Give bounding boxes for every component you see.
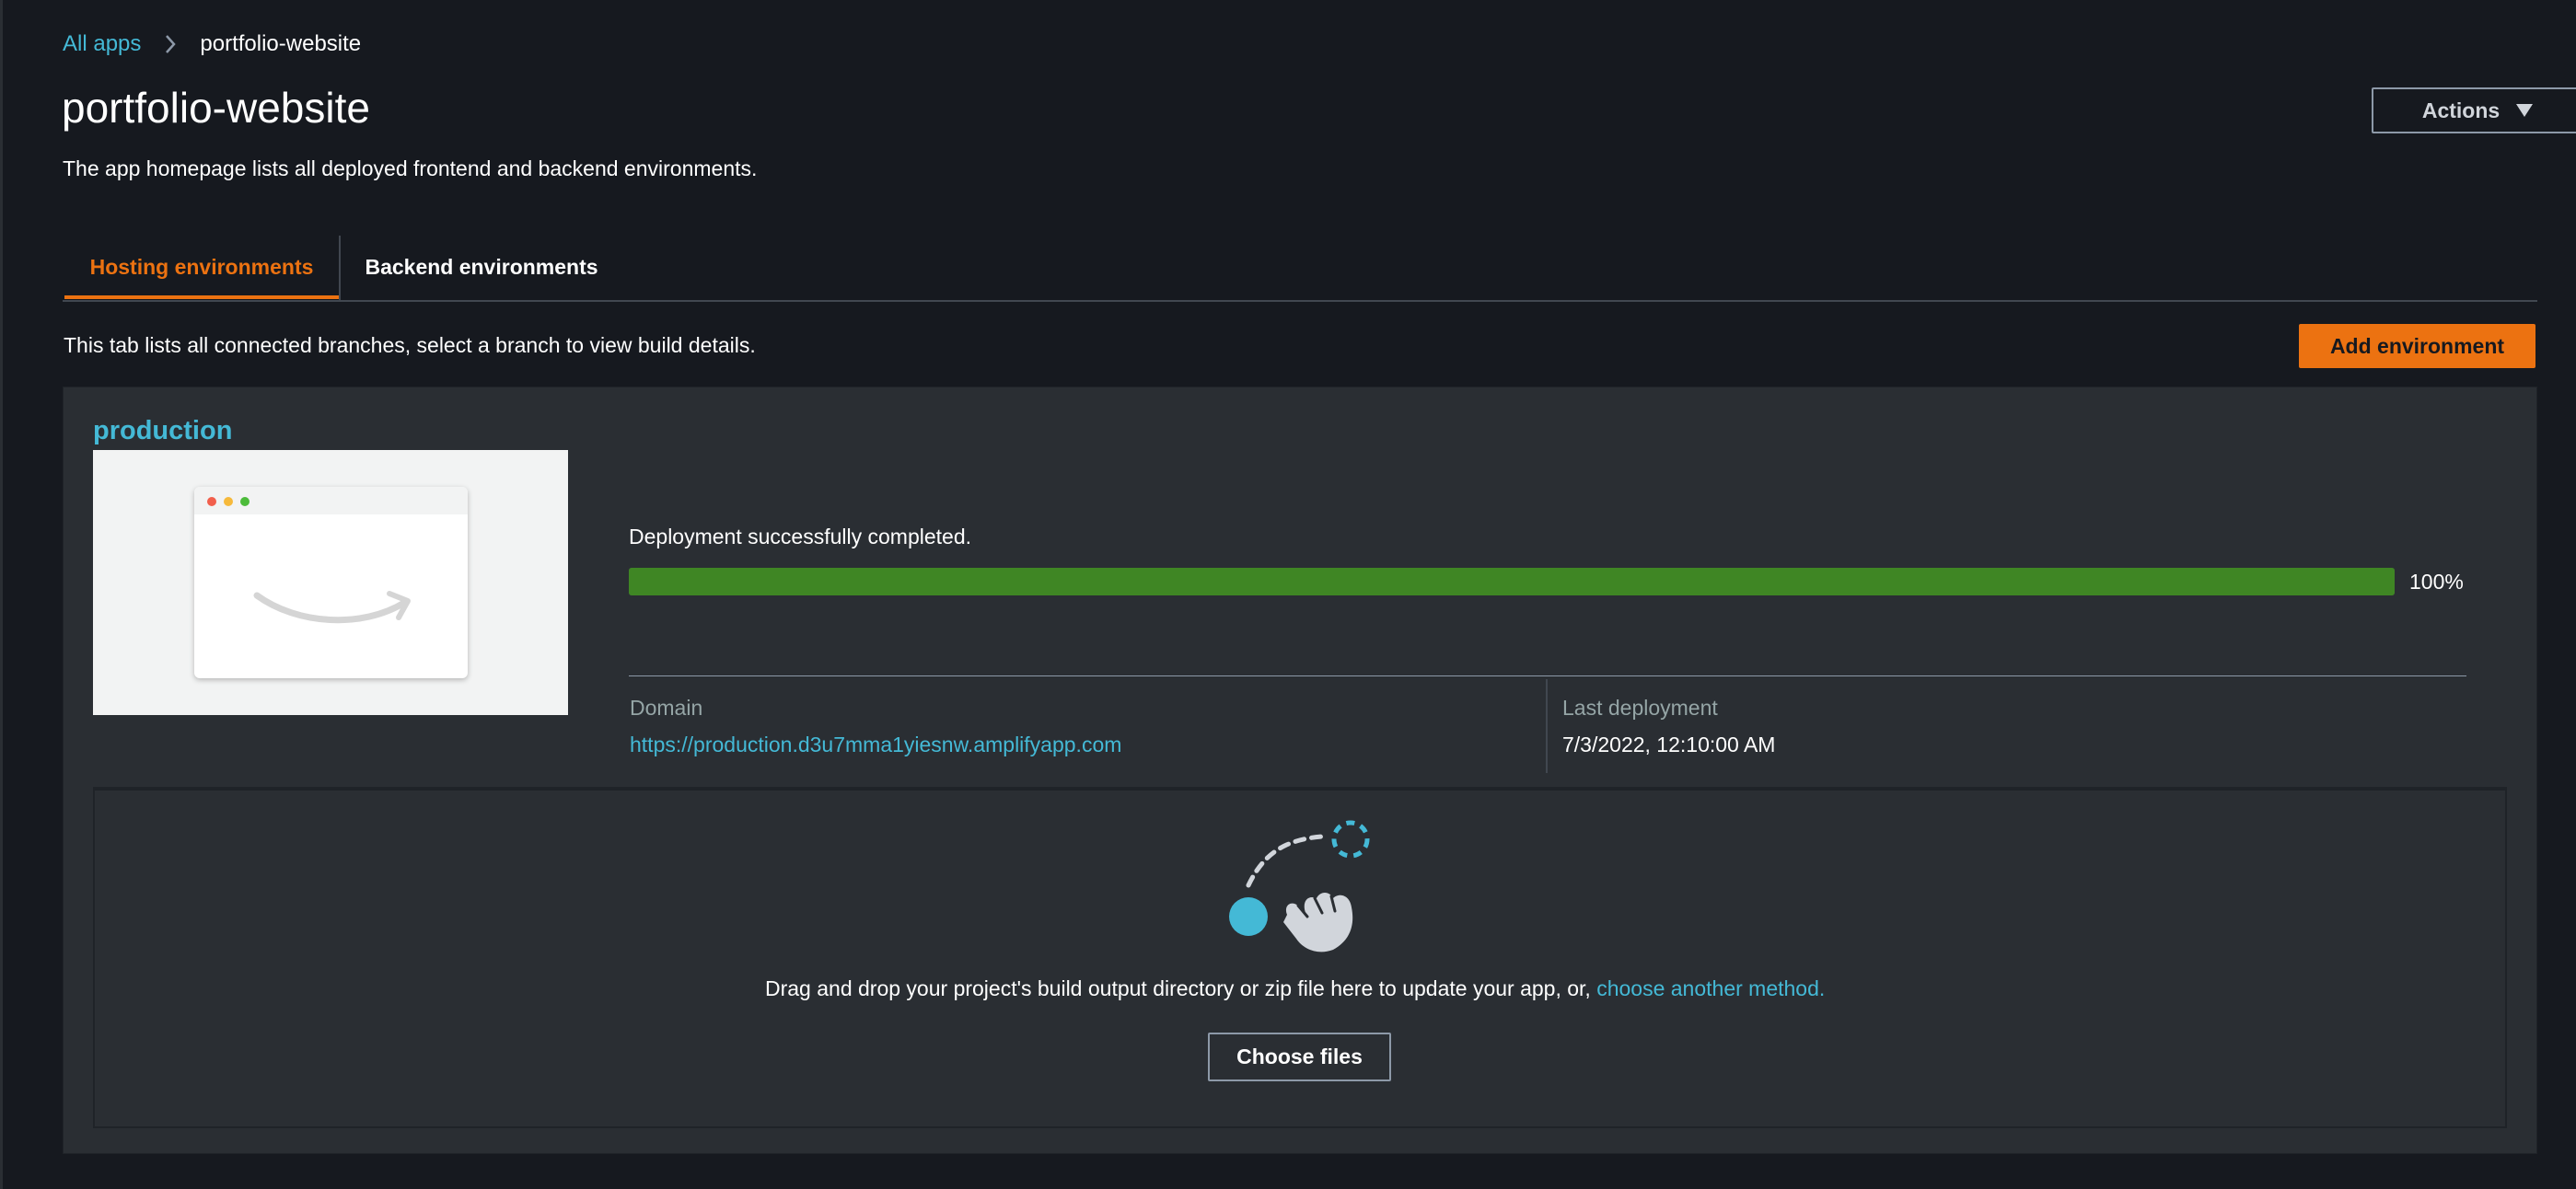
tab-backend-environments[interactable]: Backend environments: [342, 235, 621, 299]
tab-backend-environments-label: Backend environments: [365, 254, 598, 279]
choose-another-method-link[interactable]: choose another method.: [1596, 976, 1825, 1000]
drag-drop-hand-icon: [1229, 820, 1370, 952]
domain-label: Domain: [630, 696, 703, 720]
browser-mockup: [194, 487, 468, 678]
caret-down-icon: [2516, 104, 2534, 117]
breadcrumb-all-apps-link[interactable]: All apps: [63, 31, 141, 57]
tab-divider: [339, 236, 341, 300]
meta-column-divider: [1546, 679, 1548, 773]
actions-button-label: Actions: [2421, 98, 2501, 122]
deployment-status-text: Deployment successfully completed.: [629, 525, 971, 548]
last-deployment-value: 7/3/2022, 12:10:00 AM: [1562, 733, 1776, 756]
page-description: The app homepage lists all deployed fron…: [63, 156, 758, 180]
chevron-right-icon: [166, 35, 177, 53]
minimize-dot-icon: [224, 497, 233, 506]
tab-hosting-environments-label: Hosting environments: [89, 254, 314, 279]
actions-button[interactable]: Actions: [2372, 87, 2576, 133]
left-edge-strip: [0, 0, 3, 1189]
browser-titlebar: [194, 487, 468, 514]
amazon-smile-icon: [253, 591, 411, 624]
deployment-progress-fill: [629, 568, 2395, 595]
last-deployment-label: Last deployment: [1562, 696, 1718, 720]
choose-files-button[interactable]: Choose files: [1208, 1033, 1391, 1081]
close-dot-icon: [207, 497, 216, 506]
deployment-progress-percent: 100%: [2409, 570, 2464, 594]
drag-drop-text: Drag and drop your project's build outpu…: [765, 976, 1597, 1000]
deployment-progress-bar: [629, 568, 2395, 595]
tabs-baseline: [63, 300, 2537, 302]
tab-hosting-environments[interactable]: Hosting environments: [64, 235, 339, 299]
branch-name-link[interactable]: production: [93, 416, 232, 446]
breadcrumb: All apps portfolio-website: [63, 29, 361, 59]
active-tab-indicator: [64, 295, 339, 299]
page-title: portfolio-website: [62, 84, 370, 132]
maximize-dot-icon: [240, 497, 249, 506]
breadcrumb-current: portfolio-website: [200, 31, 362, 56]
add-environment-button[interactable]: Add environment: [2299, 324, 2535, 368]
meta-divider: [629, 675, 2466, 676]
domain-link[interactable]: https://production.d3u7mma1yiesnw.amplif…: [630, 733, 1121, 757]
drag-drop-instructions: Drag and drop your project's build outpu…: [765, 976, 1825, 1001]
branch-thumbnail[interactable]: [93, 450, 568, 715]
hosting-helper-text: This tab lists all connected branches, s…: [64, 333, 756, 357]
